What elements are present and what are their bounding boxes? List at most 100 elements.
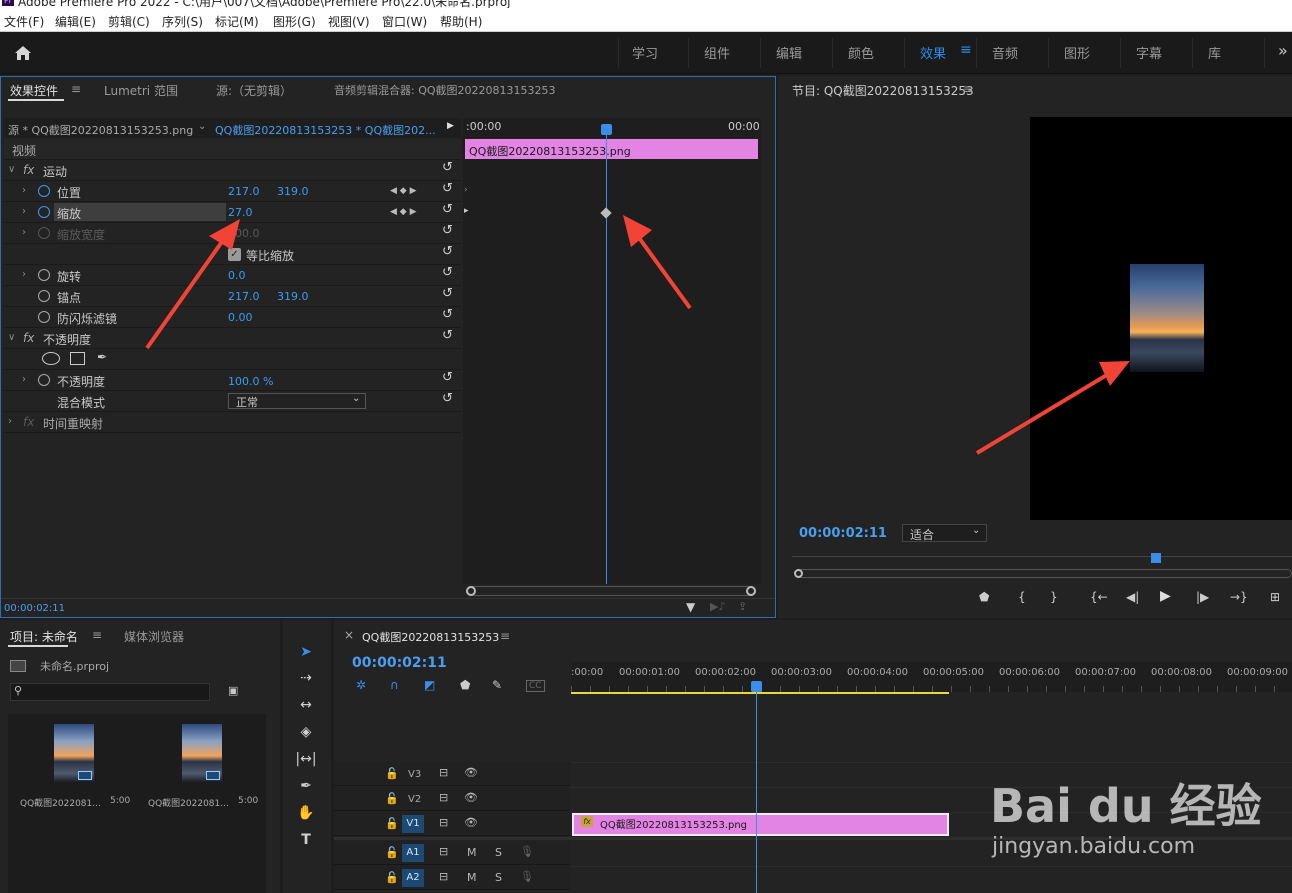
scale-value[interactable]: 27.0: [228, 206, 253, 219]
mute-button[interactable]: M: [467, 846, 477, 859]
rectangle-mask-icon[interactable]: [70, 352, 85, 365]
opacity-value[interactable]: 100.0 %: [228, 375, 273, 388]
rotation-stopwatch-icon[interactable]: [38, 269, 50, 281]
eye-icon[interactable]: 👁: [464, 766, 478, 779]
fx-icon[interactable]: fx: [23, 163, 34, 177]
menu-help[interactable]: 帮助(H): [440, 13, 482, 30]
source-patch-v1[interactable]: V1: [402, 815, 424, 833]
pen-mask-icon[interactable]: ✒: [97, 350, 107, 364]
solo-button[interactable]: S: [495, 871, 502, 884]
mark-out-icon[interactable]: }: [1050, 590, 1058, 604]
opacity-stopwatch-icon[interactable]: [38, 374, 50, 386]
playhead-handle[interactable]: [601, 124, 612, 135]
blend-mode-reset-icon[interactable]: ↺: [442, 391, 453, 406]
tab-lumetri-scopes[interactable]: Lumetri 范围: [104, 82, 178, 99]
program-zoom-handle[interactable]: [794, 569, 803, 578]
insert-icon[interactable]: ⊞: [1270, 590, 1280, 604]
source-clip-label[interactable]: 源 * QQ截图20220813153253.png: [8, 122, 193, 138]
workspace-libraries[interactable]: 库: [1208, 43, 1221, 62]
workspace-menu-icon[interactable]: ≡: [960, 42, 972, 58]
scale-stopwatch-icon[interactable]: [38, 206, 50, 218]
motion-row[interactable]: [4, 160, 461, 181]
source-patch-a2[interactable]: A2: [402, 869, 424, 887]
linked-selection-icon[interactable]: ◩: [424, 678, 435, 692]
uniform-scale-reset-icon[interactable]: ↺: [442, 244, 453, 259]
menu-clip[interactable]: 剪辑(C): [108, 13, 150, 30]
tab-source[interactable]: 源:（无剪辑）: [216, 82, 292, 99]
workspace-captions[interactable]: 字幕: [1136, 43, 1162, 62]
hand-tool-icon[interactable]: ✋: [293, 802, 319, 824]
menu-file[interactable]: 文件(F): [4, 13, 44, 30]
workspace-assembly[interactable]: 组件: [704, 43, 730, 62]
position-expand-icon[interactable]: ›: [22, 185, 26, 196]
time-remap-expand-icon[interactable]: ›: [8, 416, 12, 427]
sync-icon[interactable]: ⊟: [439, 845, 448, 858]
go-to-out-icon[interactable]: →}: [1230, 590, 1248, 604]
scale-reset-icon[interactable]: ↺: [442, 202, 453, 217]
tab-menu-icon[interactable]: ≡: [71, 82, 81, 96]
motion-reset-icon[interactable]: ↺: [442, 160, 453, 175]
step-forward-icon[interactable]: |▶: [1196, 590, 1209, 604]
play-preview-icon[interactable]: ▶: [447, 121, 454, 131]
position-stopwatch-icon[interactable]: [38, 185, 50, 197]
sync-icon[interactable]: ⊟: [439, 870, 448, 883]
solo-button[interactable]: S: [495, 846, 502, 859]
timeline-sequence-tab[interactable]: QQ截图20220813153253: [362, 629, 499, 645]
mute-button[interactable]: M: [467, 871, 477, 884]
workspace-color[interactable]: 颜色: [848, 43, 874, 62]
slip-tool-icon[interactable]: |↔|: [293, 748, 319, 770]
play-icon[interactable]: ▶: [1160, 588, 1171, 604]
tab-media-browser[interactable]: 媒体浏览器: [124, 628, 184, 645]
mark-in-icon[interactable]: {: [1018, 590, 1026, 604]
zoom-handle-right[interactable]: [746, 586, 756, 596]
ripple-edit-tool-icon[interactable]: ↔: [293, 694, 319, 716]
eye-icon[interactable]: 👁: [464, 816, 478, 829]
track-select-tool-icon[interactable]: ⇢: [293, 667, 319, 689]
lock-icon[interactable]: 🔓: [385, 767, 399, 780]
position-x-value[interactable]: 217.0: [228, 185, 260, 198]
lock-icon[interactable]: 🔓: [385, 846, 399, 859]
timeline-playhead-handle[interactable]: [751, 681, 762, 692]
type-tool-icon[interactable]: T: [293, 829, 319, 851]
antiflicker-stopwatch-icon[interactable]: [38, 311, 50, 323]
effect-controls-timecode[interactable]: 00:00:02:11: [4, 603, 65, 614]
rotation-expand-icon[interactable]: ›: [22, 269, 26, 280]
nest-toggle-icon[interactable]: ✲: [356, 678, 366, 692]
scale-keyframe-nav[interactable]: ◀ ◆ ▶: [390, 207, 417, 217]
tab-effect-controls[interactable]: 效果控件: [10, 82, 58, 99]
timeline-close-icon[interactable]: ×: [344, 628, 354, 642]
tab-audio-clip-mixer[interactable]: 音频剪辑混合器: QQ截图20220813153253: [334, 82, 556, 98]
more-workspaces-icon[interactable]: »: [1278, 41, 1288, 60]
selection-tool-icon[interactable]: ➤: [293, 641, 319, 663]
menu-sequence[interactable]: 序列(S): [162, 13, 203, 30]
position-keyframe-nav[interactable]: ◀ ◆ ▶: [390, 186, 417, 196]
workspace-learn[interactable]: 学习: [632, 43, 658, 62]
menu-marker[interactable]: 标记(M): [215, 13, 259, 30]
add-marker-icon[interactable]: ⬟: [979, 590, 989, 604]
lock-icon[interactable]: 🔓: [385, 792, 399, 805]
program-playhead[interactable]: [1151, 553, 1161, 563]
workspace-graphics[interactable]: 图形: [1064, 43, 1090, 62]
workspace-editing[interactable]: 编辑: [776, 43, 802, 62]
rotation-value[interactable]: 0.0: [228, 269, 246, 282]
opacity-section-reset-icon[interactable]: ↺: [442, 328, 453, 343]
mini-zoom-scrollbar[interactable]: [466, 586, 756, 596]
anchor-reset-icon[interactable]: ↺: [442, 286, 453, 301]
program-menu-icon[interactable]: ≡: [963, 82, 973, 96]
source-dropdown-icon[interactable]: ⌄: [198, 121, 206, 132]
add-marker-icon[interactable]: ⬟: [460, 678, 470, 692]
antiflicker-value[interactable]: 0.00: [228, 311, 253, 324]
menu-view[interactable]: 视图(V): [328, 13, 370, 30]
program-timecode[interactable]: 00:00:02:11: [799, 526, 887, 541]
lock-icon[interactable]: 🔓: [385, 871, 399, 884]
opacity-value-reset-icon[interactable]: ↺: [442, 370, 453, 385]
lock-icon[interactable]: 🔓: [385, 817, 399, 830]
home-icon[interactable]: [12, 43, 34, 63]
audio-icon[interactable]: ▶♪: [710, 600, 725, 613]
workspace-audio[interactable]: 音频: [992, 43, 1018, 62]
project-search-input[interactable]: [10, 683, 210, 701]
opacity-expand-icon[interactable]: ∨: [8, 332, 15, 343]
pen-tool-icon[interactable]: ✒: [293, 775, 319, 797]
new-bin-icon[interactable]: ▣: [228, 684, 238, 697]
program-zoom-scrollbar[interactable]: [794, 569, 1292, 578]
